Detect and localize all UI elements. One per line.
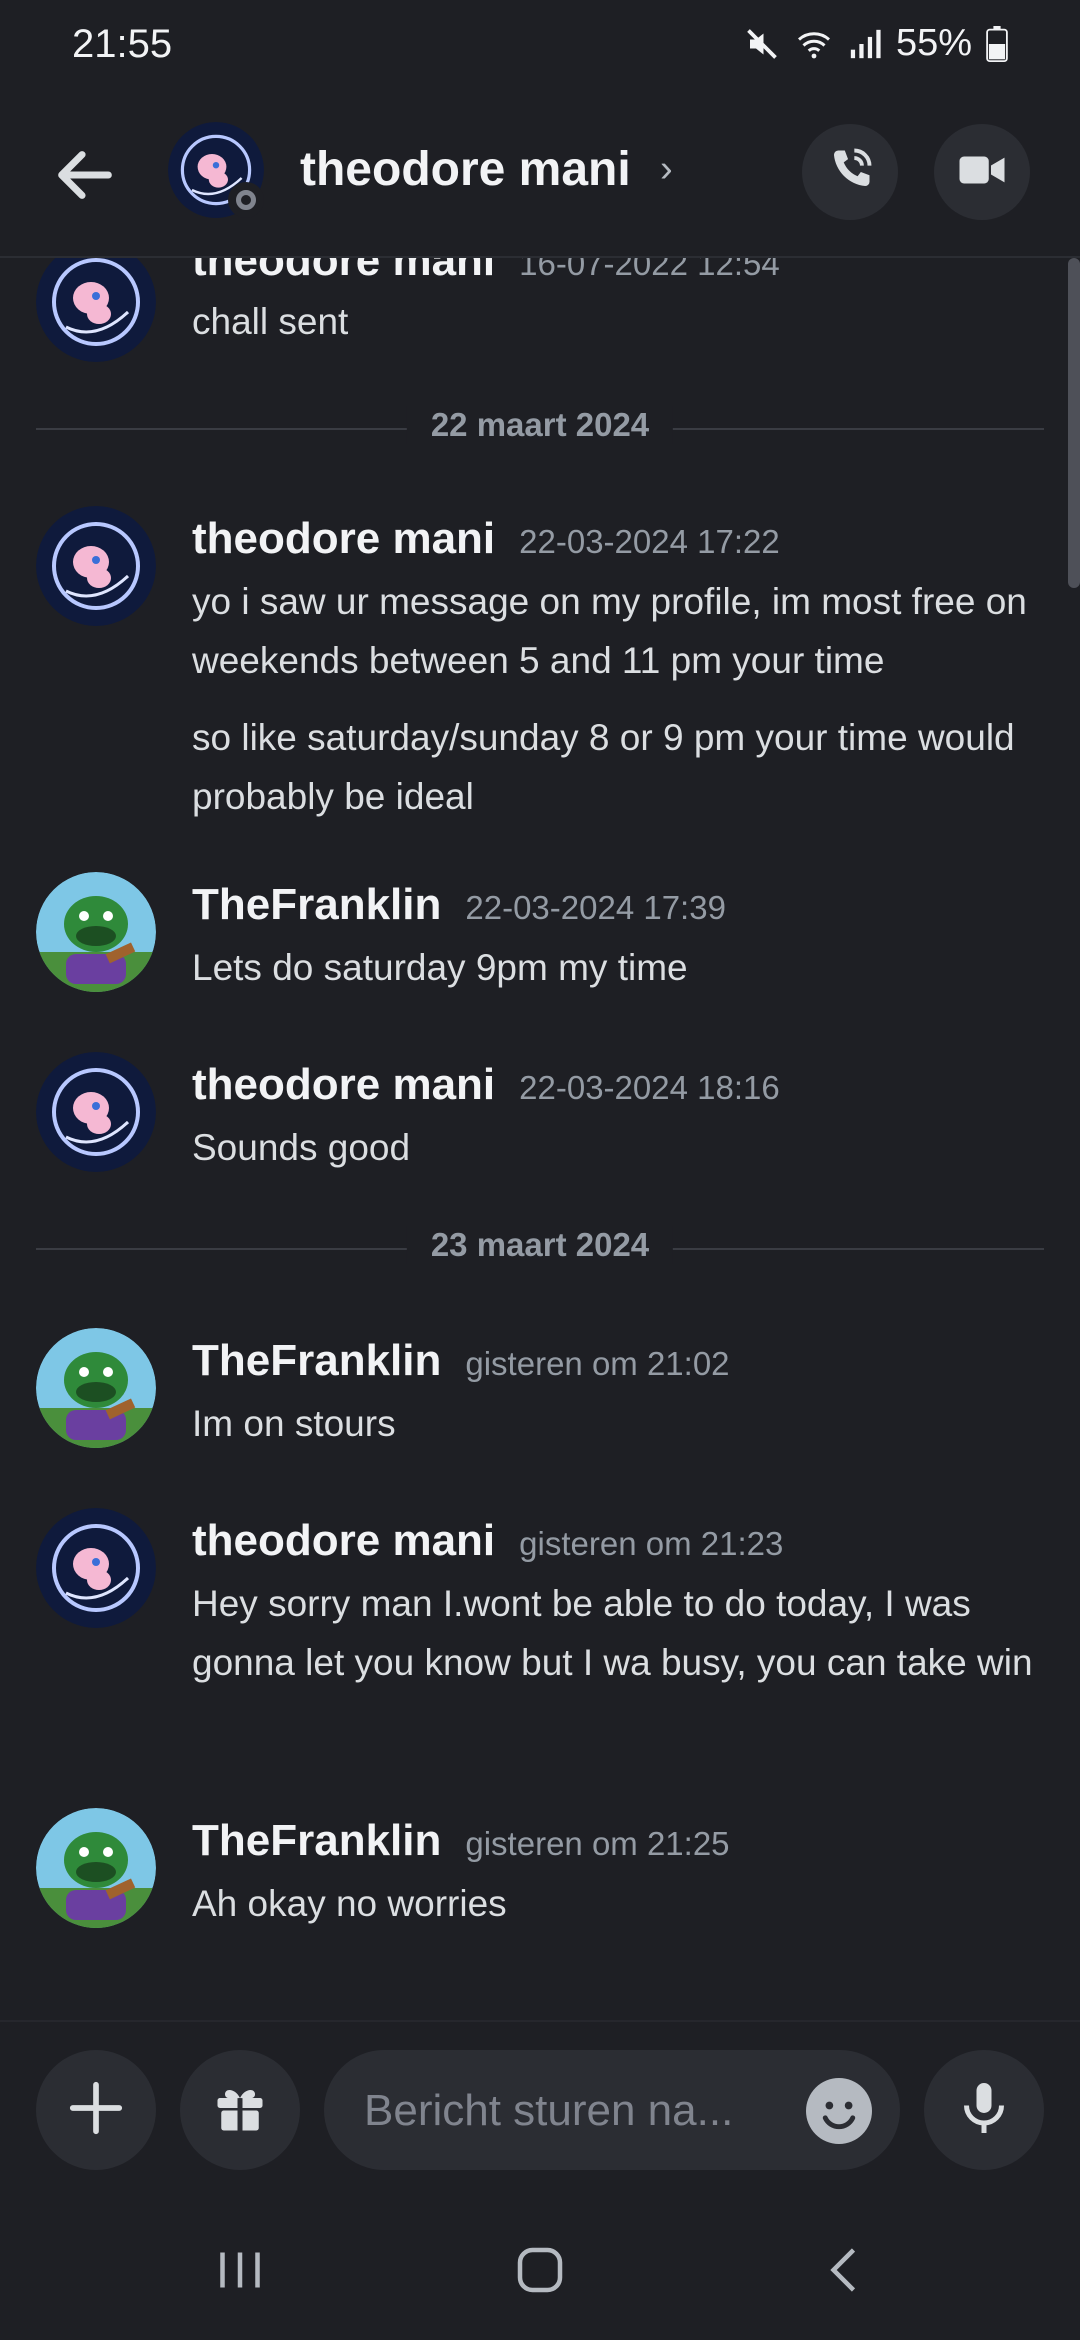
voice-call-button[interactable] (802, 124, 898, 220)
back-arrow-icon[interactable] (50, 140, 120, 210)
message-text: Im on stours (192, 1403, 396, 1444)
add-attachment-button[interactable] (36, 2050, 156, 2170)
system-nav-bar (0, 2200, 1080, 2340)
avatar[interactable] (36, 872, 156, 992)
message-input-placeholder: Bericht sturen na... (364, 2086, 734, 2135)
avatar[interactable] (36, 1808, 156, 1928)
video-call-button[interactable] (934, 124, 1030, 220)
mute-icon (744, 26, 780, 62)
message-text: Sounds good (192, 1127, 411, 1168)
signal-icon (848, 26, 882, 62)
wifi-icon (794, 26, 834, 62)
message-timestamp: 22-03-2024 18:16 (519, 1069, 780, 1106)
battery-icon (986, 25, 1008, 62)
message-timestamp: gisteren om 21:25 (465, 1825, 730, 1862)
message-timestamp: gisteren om 21:02 (465, 1345, 730, 1382)
message-author[interactable]: TheFranklin (192, 1336, 441, 1385)
message-author[interactable]: theodore mani (192, 1060, 495, 1109)
message-text: Hey sorry man I.wont be able to do today… (192, 1583, 1033, 1683)
message-composer: Bericht sturen na... (0, 2020, 1080, 2202)
date-divider: 22 maart 2024 (36, 406, 1044, 444)
message-text: Ah okay no worries (192, 1883, 507, 1924)
message-text: chall sent (192, 301, 349, 342)
microphone-icon (954, 2078, 1014, 2143)
status-bar: 21:55 55% (0, 0, 1080, 90)
message-list[interactable]: theodore mani 16-07-2022 12:54 chall sent… (0, 258, 1080, 2020)
chat-title[interactable]: theodore mani (300, 142, 631, 197)
date-divider-label: 22 maart 2024 (406, 406, 674, 444)
message-timestamp: 16-07-2022 12:54 (519, 258, 780, 282)
plus-icon (65, 2077, 127, 2144)
avatar[interactable] (36, 1328, 156, 1448)
message-author[interactable]: theodore mani (192, 514, 495, 563)
recent-apps-icon[interactable] (210, 2240, 270, 2305)
phone-icon (824, 144, 876, 201)
message-text: yo i saw ur message on my profile, im mo… (192, 581, 1027, 681)
message-author[interactable]: TheFranklin (192, 880, 441, 929)
avatar[interactable] (36, 1508, 156, 1628)
gift-icon (210, 2078, 270, 2143)
message-author[interactable]: theodore mani (192, 258, 495, 285)
message-timestamp: 22-03-2024 17:22 (519, 523, 780, 560)
avatar[interactable] (36, 1052, 156, 1172)
home-icon[interactable] (510, 2240, 570, 2305)
battery-level: 55% (895, 22, 972, 64)
video-camera-icon (955, 143, 1009, 202)
status-time: 21:55 (72, 22, 173, 66)
message-author[interactable]: theodore mani (192, 1516, 495, 1565)
message-text: so like saturday/sunday 8 or 9 pm your t… (192, 717, 1015, 817)
message-text: Lets do saturday 9pm my time (192, 947, 688, 988)
message-timestamp: 22-03-2024 17:39 (465, 889, 726, 926)
status-indicator (228, 182, 264, 218)
message-timestamp: gisteren om 21:23 (519, 1525, 784, 1562)
gift-button[interactable] (180, 2050, 300, 2170)
voice-message-button[interactable] (924, 2050, 1044, 2170)
date-divider: 23 maart 2024 (36, 1226, 1044, 1264)
chevron-right-icon[interactable]: › (660, 148, 673, 191)
emoji-icon[interactable] (806, 2078, 872, 2144)
date-divider-label: 23 maart 2024 (406, 1226, 674, 1264)
scrollbar[interactable] (1068, 258, 1080, 588)
message-input[interactable]: Bericht sturen na... (324, 2050, 900, 2170)
avatar[interactable] (36, 506, 156, 626)
chat-header: theodore mani › (0, 90, 1080, 258)
message-author[interactable]: TheFranklin (192, 1816, 441, 1865)
back-icon[interactable] (816, 2240, 876, 2305)
avatar[interactable] (36, 258, 156, 362)
